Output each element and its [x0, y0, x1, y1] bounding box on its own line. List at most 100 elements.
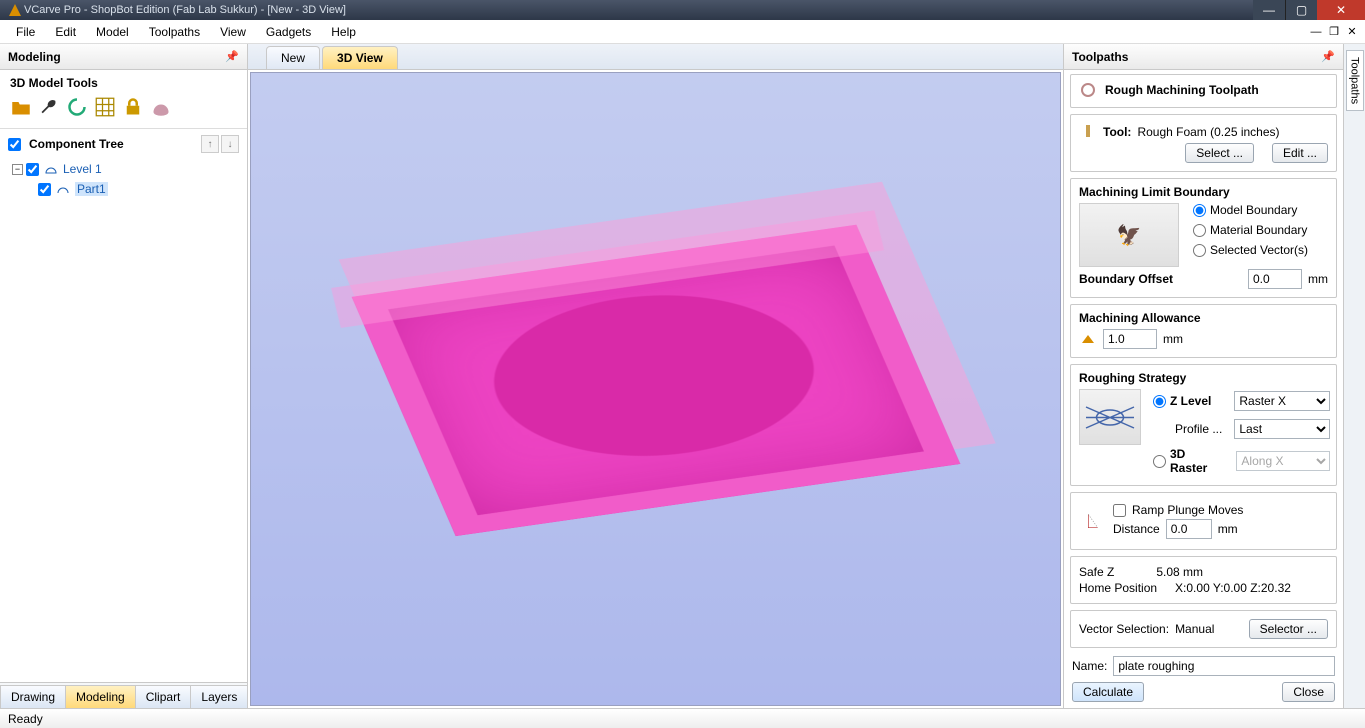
component-tree-title: Component Tree [29, 137, 124, 151]
home-value: X:0.00 Y:0.00 Z:20.32 [1175, 581, 1291, 595]
tree-level-node[interactable]: − Level 1 [12, 159, 235, 179]
tool-label: Tool: [1103, 125, 1131, 139]
level-icon [42, 160, 60, 178]
right-panel: Toolpaths 📌 Rough Machining Toolpath Too… [1063, 44, 1343, 708]
menu-edit[interactable]: Edit [45, 22, 86, 42]
doc-tab-3dview[interactable]: 3D View [322, 46, 398, 69]
ramp-dist-label: Distance [1113, 522, 1160, 536]
zlevel-select[interactable]: Raster X [1234, 391, 1330, 411]
strategy-thumb [1079, 389, 1141, 445]
menu-gadgets[interactable]: Gadgets [256, 22, 321, 42]
tool-icon [1079, 123, 1097, 141]
allowance-unit: mm [1163, 332, 1183, 346]
window-title: VCarve Pro - ShopBot Edition (Fab Lab Su… [24, 4, 1253, 16]
tree-level-check[interactable] [26, 163, 39, 176]
allowance-icon [1079, 330, 1097, 348]
strategy-title: Roughing Strategy [1079, 371, 1328, 385]
window-titlebar: VCarve Pro - ShopBot Edition (Fab Lab Su… [0, 0, 1365, 20]
center-area: New 3D View [248, 44, 1063, 708]
toolpath-title: Rough Machining Toolpath [1105, 83, 1259, 97]
left-bottom-tabs: Drawing Modeling Clipart Layers [0, 682, 247, 708]
profile-label: Profile ... [1175, 422, 1222, 436]
spin-icon[interactable] [66, 96, 88, 118]
opt-zlevel[interactable]: Z Level [1153, 394, 1211, 408]
tab-layers[interactable]: Layers [190, 685, 248, 708]
right-gutter: Toolpaths [1343, 44, 1365, 708]
open-file-icon[interactable] [10, 96, 32, 118]
close-button[interactable]: Close [1282, 682, 1335, 702]
right-panel-title: Toolpaths [1072, 50, 1128, 64]
tab-drawing[interactable]: Drawing [0, 685, 66, 708]
window-close-button[interactable]: ✕ [1317, 0, 1365, 20]
ramp-dist-unit: mm [1218, 522, 1238, 536]
status-text: Ready [8, 712, 43, 726]
opt-model-boundary[interactable]: Model Boundary [1193, 203, 1328, 217]
status-bar: Ready [0, 708, 1365, 728]
wrench-icon[interactable] [38, 96, 60, 118]
boundary-thumb: 🦅 [1079, 203, 1179, 267]
model-tools-row [0, 92, 247, 128]
right-pin-icon[interactable]: 📌 [1321, 50, 1335, 63]
tree-part-check[interactable] [38, 183, 51, 196]
left-panel-title: Modeling [8, 50, 61, 64]
tree-part-label: Part1 [75, 182, 108, 196]
menu-file[interactable]: File [6, 22, 45, 42]
tree-move-down-button[interactable]: ↓ [221, 135, 239, 153]
menu-bar: File Edit Model Toolpaths View Gadgets H… [0, 20, 1365, 44]
left-panel: Modeling 📌 3D Model Tools Component Tree… [0, 44, 248, 708]
window-maximize-button[interactable]: ▢ [1285, 0, 1317, 20]
component-tree-check[interactable] [8, 138, 21, 151]
opt-3draster[interactable]: 3D Raster [1153, 447, 1224, 475]
tab-modeling[interactable]: Modeling [65, 685, 136, 708]
menu-help[interactable]: Help [321, 22, 366, 42]
3d-viewport[interactable] [250, 72, 1061, 706]
tree-collapse-icon[interactable]: − [12, 164, 23, 175]
allowance-input[interactable] [1103, 329, 1157, 349]
toolpaths-side-tab[interactable]: Toolpaths [1346, 50, 1364, 111]
tree-part-node[interactable]: Part1 [12, 179, 235, 199]
raster3d-select: Along X [1236, 451, 1330, 471]
mdi-minimize-icon[interactable]: — [1309, 25, 1323, 39]
right-panel-header: Toolpaths 📌 [1064, 44, 1343, 70]
ramp-dist-input[interactable] [1166, 519, 1212, 539]
tab-clipart[interactable]: Clipart [135, 685, 192, 708]
tree-move-up-button[interactable]: ↑ [201, 135, 219, 153]
calculate-button[interactable]: Calculate [1072, 682, 1144, 702]
grid-icon[interactable] [94, 96, 116, 118]
model-tools-title: 3D Model Tools [0, 70, 247, 92]
dome-icon[interactable] [150, 96, 172, 118]
profile-select[interactable]: Last [1234, 419, 1330, 439]
tool-select-button[interactable]: Select ... [1185, 143, 1254, 163]
menu-toolpaths[interactable]: Toolpaths [139, 22, 210, 42]
selector-button[interactable]: Selector ... [1249, 619, 1328, 639]
rough-toolpath-icon [1079, 81, 1097, 99]
name-label: Name: [1072, 659, 1107, 673]
component-tree-header: Component Tree ↑ ↓ [8, 135, 239, 153]
allowance-title: Machining Allowance [1079, 311, 1328, 325]
doc-tab-new[interactable]: New [266, 46, 320, 69]
limit-boundary-title: Machining Limit Boundary [1079, 185, 1328, 199]
home-label: Home Position [1079, 581, 1157, 595]
part-icon [54, 180, 72, 198]
menu-view[interactable]: View [210, 22, 256, 42]
boundary-offset-input[interactable] [1248, 269, 1302, 289]
safez-label: Safe Z [1079, 565, 1114, 579]
pin-icon[interactable]: 📌 [225, 50, 239, 63]
ramp-check[interactable]: Ramp Plunge Moves [1113, 503, 1328, 517]
lock-icon[interactable] [122, 96, 144, 118]
mdi-restore-icon[interactable]: ❐ [1327, 25, 1341, 39]
toolpath-name-input[interactable] [1113, 656, 1335, 676]
app-icon [6, 1, 24, 19]
tree-level-label: Level 1 [63, 162, 102, 176]
vecsel-value: Manual [1175, 622, 1214, 636]
document-tabs: New 3D View [248, 44, 1063, 70]
window-minimize-button[interactable]: — [1253, 0, 1285, 20]
safez-value: 5.08 mm [1156, 565, 1203, 579]
opt-material-boundary[interactable]: Material Boundary [1193, 223, 1328, 237]
menu-model[interactable]: Model [86, 22, 139, 42]
tool-edit-button[interactable]: Edit ... [1272, 143, 1328, 163]
left-panel-header: Modeling 📌 [0, 44, 247, 70]
component-tree: − Level 1 Part1 [8, 153, 239, 205]
opt-selected-vectors[interactable]: Selected Vector(s) [1193, 243, 1328, 257]
mdi-close-icon[interactable]: ✕ [1345, 25, 1359, 39]
